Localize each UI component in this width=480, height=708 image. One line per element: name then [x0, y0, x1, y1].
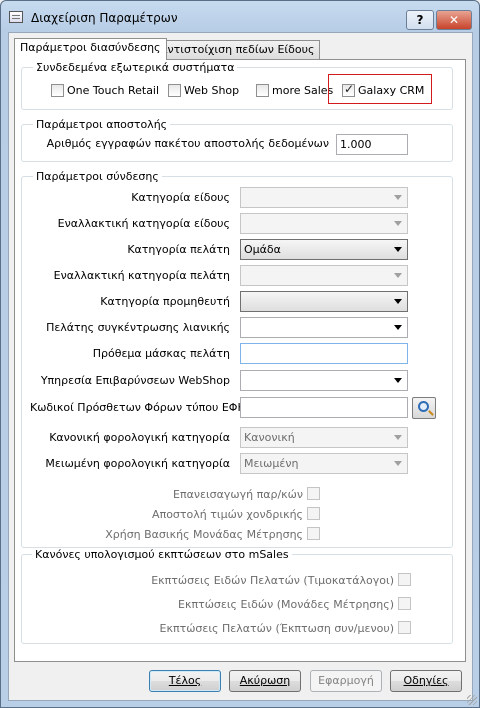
- chevron-down-icon: [394, 247, 402, 252]
- magnifier-icon: [418, 401, 429, 412]
- efk-lookup-button[interactable]: [412, 397, 436, 419]
- supplier-category-label: Κατηγορία προμηθευτή: [100, 295, 230, 308]
- discount-customers-label: Εκπτώσεις Πελατών (Έκπτωση συν/μενου): [159, 622, 394, 635]
- normal-tax-select[interactable]: Κανονική: [240, 427, 408, 448]
- discount-rules-legend: Κανόνες υπολογισμού εκπτώσεων στο mSales: [32, 548, 292, 561]
- alt-item-category-select[interactable]: [240, 213, 408, 234]
- reimport-checkbox[interactable]: [307, 487, 320, 500]
- chevron-down-icon: [394, 461, 402, 466]
- normal-tax-value: Κανονική: [244, 431, 295, 444]
- help-button[interactable]: ?: [406, 10, 434, 30]
- connection-params-legend: Παράμετροι σύνδεσης: [33, 170, 162, 183]
- guide-button[interactable]: Οδηγίες: [390, 670, 462, 692]
- discount-customer-items-label: Εκπτώσεις Ειδών Πελατών (Τιμοκατάλογοι): [151, 574, 394, 587]
- retail-customer-select[interactable]: [240, 317, 408, 338]
- more-sales-checkbox[interactable]: [256, 84, 269, 97]
- send-params-legend: Παράμετροι αποστολής: [33, 118, 171, 131]
- packet-size-input[interactable]: 1.000: [336, 134, 408, 155]
- chevron-down-icon: [394, 435, 402, 440]
- base-unit-label: Χρήση Βασικής Μονάδας Μέτρησης: [105, 528, 303, 541]
- title-bar[interactable]: Διαχείριση Παραμέτρων ? ✕: [1, 1, 479, 31]
- webshop-service-label: Υπηρεσία Επιβαρύνσεων WebShop: [40, 374, 230, 387]
- customer-category-value: Ομάδα: [244, 243, 281, 256]
- close-button[interactable]: ✕: [436, 10, 472, 30]
- wholesale-prices-label: Αποστολή τιμών χονδρικής: [152, 508, 303, 521]
- web-shop-label: Web Shop: [184, 84, 240, 97]
- retail-customer-label: Πελάτης συγκέντρωσης λιανικής: [46, 321, 230, 334]
- web-shop-checkbox[interactable]: [168, 84, 181, 97]
- normal-tax-label: Κανονική φορολογική κατηγορία: [49, 431, 230, 444]
- supplier-category-select[interactable]: [240, 291, 408, 312]
- guide-button-label: Οδηγίες: [403, 674, 449, 687]
- item-category-select[interactable]: [240, 187, 408, 208]
- chevron-down-icon: [394, 221, 402, 226]
- chevron-down-icon: [394, 299, 402, 304]
- apply-button[interactable]: Εφαρμογή: [310, 670, 382, 692]
- reduced-tax-select[interactable]: Μειωμένη: [240, 453, 408, 474]
- galaxy-crm-label: Galaxy CRM: [358, 84, 425, 97]
- window-icon: [9, 11, 23, 23]
- one-touch-retail-label: One Touch Retail: [67, 84, 160, 97]
- resize-grip[interactable]: [467, 695, 477, 705]
- one-touch-retail-checkbox[interactable]: [51, 84, 64, 97]
- webshop-service-select[interactable]: [240, 370, 408, 391]
- base-unit-checkbox[interactable]: [307, 527, 320, 540]
- cancel-button-label: Ακύρωση: [239, 674, 291, 687]
- discount-items-units-label: Εκπτώσεις Ειδών (Μονάδες Μέτρησης): [178, 598, 394, 611]
- tab-item-field-mapping[interactable]: Αντιστοίχιση πεδίων Είδους: [154, 40, 321, 60]
- reimport-label: Επανεισαγωγή παρ/κών: [173, 488, 303, 501]
- finish-button[interactable]: Τέλος: [149, 670, 221, 692]
- customer-category-label: Κατηγορία πελάτη: [127, 243, 230, 256]
- chevron-down-icon: [394, 325, 402, 330]
- item-category-label: Κατηγορία είδους: [131, 191, 230, 204]
- wholesale-prices-checkbox[interactable]: [307, 507, 320, 520]
- apply-button-label: Εφαρμογή: [318, 674, 374, 687]
- chevron-down-icon: [394, 273, 402, 278]
- mask-prefix-input[interactable]: [240, 343, 408, 364]
- chevron-down-icon: [394, 378, 402, 383]
- mask-prefix-label: Πρόθεμα μάσκας πελάτη: [92, 347, 230, 360]
- alt-customer-category-select[interactable]: [240, 265, 408, 286]
- finish-button-label: Τέλος: [168, 674, 202, 687]
- discount-customer-items-checkbox[interactable]: [398, 573, 411, 586]
- customer-category-select[interactable]: Ομάδα: [240, 239, 408, 260]
- discount-items-units-checkbox[interactable]: [398, 597, 411, 610]
- tab-connection-params[interactable]: Παράμετροι διασύνδεσης: [14, 38, 167, 60]
- reduced-tax-label: Μειωμένη φορολογική κατηγορία: [45, 457, 230, 470]
- external-systems-legend: Συνδεδεμένα εξωτερικά συστήματα: [33, 61, 238, 74]
- discount-customers-checkbox[interactable]: [398, 621, 411, 634]
- efk-codes-label: Κωδικοί Πρόσθετων Φόρων τύπου ΕΦΚ: [30, 401, 245, 414]
- window-title: Διαχείριση Παραμέτρων: [31, 11, 178, 25]
- alt-customer-category-label: Εναλλακτική κατηγορία πελάτη: [53, 269, 230, 282]
- reduced-tax-value: Μειωμένη: [244, 457, 299, 470]
- alt-item-category-label: Εναλλακτική κατηγορία είδους: [57, 217, 230, 230]
- cancel-button[interactable]: Ακύρωση: [229, 670, 301, 692]
- more-sales-label: more Sales: [272, 84, 334, 97]
- chevron-down-icon: [394, 195, 402, 200]
- packet-size-label: Αριθμός εγγραφών πακέτου αποστολής δεδομ…: [46, 137, 329, 150]
- efk-codes-input[interactable]: [240, 397, 408, 418]
- galaxy-crm-checkbox[interactable]: [342, 82, 355, 97]
